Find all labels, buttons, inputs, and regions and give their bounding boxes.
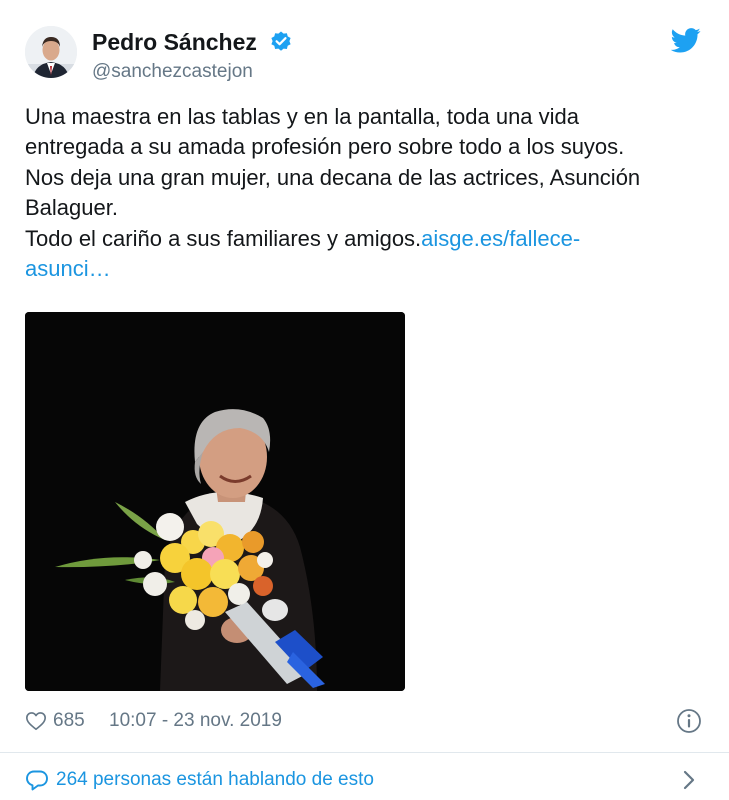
conversation-label[interactable]: 264 personas están hablando de esto xyxy=(56,768,374,792)
like-count[interactable]: 685 xyxy=(53,709,85,733)
tweet-text: Una maestra en las tablas y en la pantal… xyxy=(25,102,705,284)
chevron-right-icon[interactable] xyxy=(682,768,696,792)
tweet-photo[interactable] xyxy=(25,312,405,691)
verified-badge-icon xyxy=(271,31,291,51)
conversation-link[interactable]: 264 personas están hablando de esto xyxy=(25,765,705,795)
avatar-image xyxy=(25,26,77,78)
divider xyxy=(0,752,729,753)
tweet-link-cont[interactable]: asunci… xyxy=(25,256,111,281)
display-name[interactable]: Pedro Sánchez xyxy=(92,28,257,56)
tweet-line: Balaguer. xyxy=(25,195,118,221)
twitter-bird-icon[interactable] xyxy=(671,28,701,53)
info-icon[interactable] xyxy=(676,708,702,734)
avatar[interactable] xyxy=(25,26,77,78)
tweet-meta: 685 10:07 - 23 nov. 2019 xyxy=(25,706,705,736)
tweet-card: Pedro Sánchez @sanchezcastejon Una maest… xyxy=(0,0,729,800)
tweet-line: Nos deja una gran mujer, una decana de l… xyxy=(25,164,641,190)
tweet-line: Todo el cariño a sus familiares y amigos… xyxy=(25,224,705,254)
tweet-line: asunci… xyxy=(25,254,705,284)
handle[interactable]: @sanchezcastejon xyxy=(92,60,253,84)
tweet-link[interactable]: aisge.es/fallece- xyxy=(421,226,580,251)
tweet-line-text: Todo el cariño a sus familiares y amigos… xyxy=(25,225,422,251)
heart-icon[interactable] xyxy=(25,710,47,732)
tweet-header: Pedro Sánchez @sanchezcastejon xyxy=(0,0,729,95)
tweet-line: entregada a su amada profesión pero sobr… xyxy=(25,134,625,160)
tweet-line: Una maestra en las tablas y en la pantal… xyxy=(25,104,580,129)
photo-image xyxy=(25,312,405,691)
comment-icon xyxy=(26,770,48,791)
timestamp[interactable]: 10:07 - 23 nov. 2019 xyxy=(109,709,282,733)
